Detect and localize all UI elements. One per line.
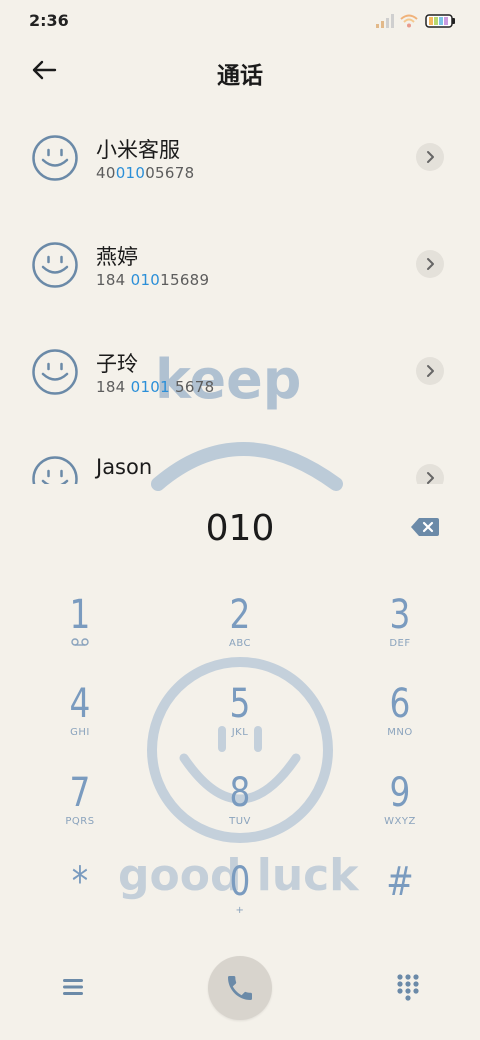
header: 通话 [0,44,480,96]
key-letters: JKL [231,727,249,738]
chevron-right-icon [427,365,434,377]
key-letters: TUV [229,816,251,827]
key-2[interactable]: 2 ABC [180,592,300,674]
contact-row[interactable]: 燕婷 184 01015689 [0,211,480,318]
key-letters: DEF [389,638,411,649]
key-7[interactable]: 7 PQRS [20,770,140,852]
status-icons [376,12,456,30]
page-title: 通话 [217,63,263,89]
key-digit: 2 [229,592,251,638]
key-digit: # [386,859,414,905]
status-time: 2:36 [29,11,69,30]
contact-name: Jason [96,455,153,479]
key-letters: MNO [387,727,413,738]
key-digit: 0 [229,859,251,905]
key-0[interactable]: 0 + [180,859,300,941]
contact-name: 子玲 [96,352,138,376]
key-1[interactable]: 1 [20,592,140,674]
dialpad-toggle-button[interactable] [394,972,422,1002]
key-digit: 5 [229,681,251,727]
key-digit: 1 [69,592,91,638]
contact-row[interactable]: Jason [0,425,480,484]
smiley-avatar-icon [32,349,78,395]
contact-number: 184 0101 5678 [96,378,215,396]
contact-name: 燕婷 [96,245,138,269]
menu-button[interactable] [58,972,88,1002]
contact-row[interactable]: 子玲 184 0101 5678 [0,318,480,425]
chevron-right-icon [427,151,434,163]
contact-number: 4001005678 [96,164,195,182]
dial-display: 010 [0,490,480,566]
chevron-right-icon [427,472,434,484]
call-button[interactable] [208,956,272,1020]
key-star[interactable]: * [20,859,140,941]
contact-detail-button[interactable] [416,357,444,385]
keypad: 1 2 ABC 3 DEF 4 GHI 5 JKL 6 MNO 7 PQRS 8… [0,576,480,936]
key-digit: 9 [389,770,411,816]
contact-number: 184 01015689 [96,271,210,289]
dialed-number: 010 [205,508,275,549]
key-hash[interactable]: # [340,859,460,941]
backspace-button[interactable] [410,516,444,540]
backspace-icon [411,518,439,536]
contact-row[interactable]: 小米客服 4001005678 [0,104,480,211]
smiley-avatar-icon [32,242,78,288]
key-letters: ABC [228,638,251,649]
bottom-bar [0,950,480,1030]
phone-icon [228,976,252,1000]
contact-list: 小米客服 4001005678 燕婷 184 01015689 子玲 184 0… [0,104,480,484]
contact-detail-button[interactable] [416,464,444,484]
key-3[interactable]: 3 DEF [340,592,460,674]
smiley-avatar-icon [32,135,78,181]
key-letters: + [235,905,245,916]
contact-detail-button[interactable] [416,143,444,171]
smiley-avatar-icon [32,456,78,484]
key-letters: PQRS [65,816,95,827]
key-8[interactable]: 8 TUV [180,770,300,852]
battery-icon [425,14,455,28]
contact-detail-button[interactable] [416,250,444,278]
menu-icon [63,979,83,995]
key-9[interactable]: 9 WXYZ [340,770,460,852]
status-bar: 2:36 [0,0,480,40]
key-digit: * [71,859,89,905]
key-digit: 6 [389,681,411,727]
key-letters: GHI [70,727,90,738]
key-5[interactable]: 5 JKL [180,681,300,763]
wifi-icon [400,14,418,28]
key-letters: WXYZ [384,816,416,827]
chevron-right-icon [427,258,434,270]
key-4[interactable]: 4 GHI [20,681,140,763]
voicemail-icon [71,638,89,646]
key-digit: 8 [229,770,251,816]
key-digit: 4 [69,681,91,727]
key-6[interactable]: 6 MNO [340,681,460,763]
dialpad-icon [397,974,419,1001]
key-digit: 7 [69,770,91,816]
signal-icon [376,14,394,28]
key-digit: 3 [389,592,411,638]
contact-name: 小米客服 [96,138,180,162]
